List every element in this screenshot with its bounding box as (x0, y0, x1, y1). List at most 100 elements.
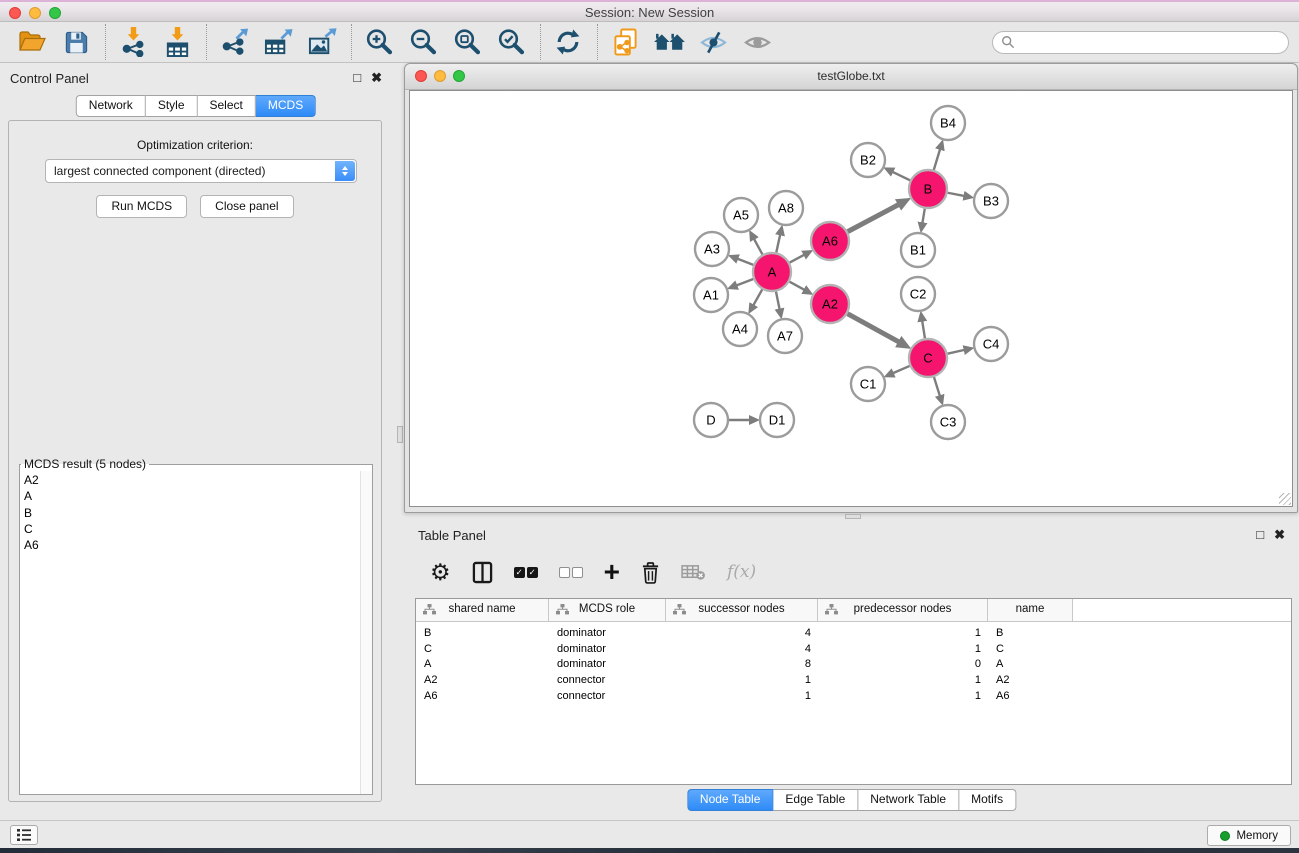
graph-edge-B-B4[interactable] (934, 148, 941, 170)
graph-edge-C-C1[interactable] (892, 366, 910, 374)
graph-node-C2[interactable]: C2 (901, 277, 935, 311)
graph-node-A1[interactable]: A1 (694, 278, 728, 312)
mcds-result-item[interactable]: C (24, 521, 356, 537)
float-panel-icon[interactable]: □ (1256, 527, 1264, 542)
divider-handle[interactable] (397, 426, 403, 443)
result-list-scrollbar[interactable] (360, 471, 372, 794)
close-panel-button[interactable]: Close panel (200, 195, 293, 218)
graph-edge-B-B2[interactable] (891, 171, 910, 180)
graph-node-D[interactable]: D (694, 403, 728, 437)
table-tab-node-table[interactable]: Node Table (687, 789, 774, 811)
delete-columns-button[interactable] (641, 561, 660, 584)
import-network-button[interactable] (115, 24, 151, 60)
close-panel-icon[interactable]: ✖ (1274, 527, 1285, 542)
function-builder-button[interactable]: f(x) (727, 562, 756, 582)
open-session-button[interactable] (14, 24, 50, 60)
zoom-in-button[interactable] (361, 24, 397, 60)
export-image-button[interactable] (304, 24, 340, 60)
graph-edge-A-A6[interactable] (790, 254, 806, 262)
show-column-button[interactable] (472, 561, 493, 584)
column-header-shared-name[interactable]: shared name (416, 599, 549, 621)
graph-edge-A2-C[interactable] (848, 314, 900, 343)
table-tab-motifs[interactable]: Motifs (959, 789, 1016, 811)
graph-node-C[interactable]: C (909, 339, 947, 377)
graph-node-A[interactable]: A (753, 253, 791, 291)
graph-node-C3[interactable]: C3 (931, 405, 965, 439)
column-header-MCDS-role[interactable]: MCDS role (549, 599, 666, 621)
table-row-C[interactable]: Cdominator41C (416, 641, 1291, 657)
horizontal-split-divider[interactable] (404, 513, 1299, 520)
graph-edge-A-A4[interactable] (753, 289, 762, 306)
graph-node-A8[interactable]: A8 (769, 191, 803, 225)
graph-edge-C-C2[interactable] (922, 320, 925, 339)
column-header-predecessor-nodes[interactable]: predecessor nodes (818, 599, 988, 621)
graph-edge-A-A2[interactable] (790, 282, 806, 291)
close-panel-icon[interactable]: ✖ (371, 70, 382, 85)
search-input[interactable] (1020, 32, 1288, 52)
table-row-A6[interactable]: A6connector11A6 (416, 688, 1291, 704)
graph-edge-A-A3[interactable] (736, 258, 753, 265)
control-tab-mcds[interactable]: MCDS (256, 95, 316, 117)
graph-node-A2[interactable]: A2 (811, 285, 849, 323)
delete-table-button[interactable] (681, 563, 706, 582)
graph-node-B4[interactable]: B4 (931, 106, 965, 140)
save-session-button[interactable] (58, 24, 94, 60)
import-table-button[interactable] (159, 24, 195, 60)
graph-node-B[interactable]: B (909, 170, 947, 208)
float-panel-icon[interactable]: □ (353, 70, 361, 85)
divider-handle[interactable] (845, 514, 861, 519)
graph-node-A5[interactable]: A5 (724, 198, 758, 232)
mcds-result-item[interactable]: A6 (24, 537, 356, 553)
graph-edge-A6-B[interactable] (848, 204, 900, 232)
table-row-A2[interactable]: A2connector11A2 (416, 672, 1291, 688)
graph-node-C4[interactable]: C4 (974, 327, 1008, 361)
graph-node-C1[interactable]: C1 (851, 367, 885, 401)
graph-edge-B-B1[interactable] (922, 209, 925, 225)
graph-node-A4[interactable]: A4 (723, 312, 757, 346)
graph-node-B1[interactable]: B1 (901, 233, 935, 267)
graph-edge-B-B3[interactable] (948, 193, 966, 196)
control-tab-style[interactable]: Style (146, 95, 198, 117)
graph-node-B2[interactable]: B2 (851, 143, 885, 177)
graph-edge-C-C4[interactable] (948, 350, 966, 354)
hide-graphics-details-button[interactable] (695, 24, 731, 60)
zoom-out-button[interactable] (405, 24, 441, 60)
refresh-view-button[interactable] (550, 24, 586, 60)
run-mcds-button[interactable]: Run MCDS (96, 195, 187, 218)
column-header-successor-nodes[interactable]: successor nodes (666, 599, 818, 621)
vertical-split-divider[interactable] (392, 63, 404, 820)
task-history-button[interactable] (10, 825, 38, 845)
graph-node-B3[interactable]: B3 (974, 184, 1008, 218)
clone-network-button[interactable] (607, 24, 643, 60)
zoom-selected-button[interactable] (493, 24, 529, 60)
deselect-all-button[interactable] (559, 567, 583, 578)
control-tab-network[interactable]: Network (76, 95, 146, 117)
export-network-button[interactable] (216, 24, 252, 60)
control-tab-select[interactable]: Select (198, 95, 256, 117)
memory-status-button[interactable]: Memory (1207, 825, 1291, 846)
mcds-result-item[interactable]: A (24, 488, 356, 504)
export-table-button[interactable] (260, 24, 296, 60)
table-tab-edge-table[interactable]: Edge Table (773, 789, 858, 811)
graph-node-A7[interactable]: A7 (768, 319, 802, 353)
graph-edge-A-A7[interactable] (776, 292, 780, 311)
create-column-button[interactable]: + (604, 560, 620, 584)
graph-edge-A-A1[interactable] (735, 279, 753, 286)
table-row-B[interactable]: Bdominator41B (416, 625, 1291, 641)
mcds-result-item[interactable]: B (24, 505, 356, 521)
network-canvas[interactable]: B4B2BB3A8A5A6A3B1AC2A1A2A4A7C4CC1C3DD1 (409, 90, 1293, 507)
column-header-name[interactable]: name (988, 599, 1073, 621)
graph-edge-C-C3[interactable] (934, 377, 940, 397)
table-options-button[interactable]: ⚙ (430, 561, 451, 584)
table-tab-network-table[interactable]: Network Table (858, 789, 959, 811)
show-graphics-details-button[interactable] (739, 24, 775, 60)
table-row-A[interactable]: Adominator80A (416, 656, 1291, 672)
graph-edge-A-A5[interactable] (753, 238, 762, 255)
optimization-criterion-select[interactable]: largest connected component (directed) (45, 159, 357, 183)
graph-node-A3[interactable]: A3 (695, 232, 729, 266)
resize-grip-icon[interactable] (1279, 493, 1291, 505)
zoom-fit-button[interactable] (449, 24, 485, 60)
select-all-button[interactable]: ✓✓ (514, 567, 538, 578)
mcds-result-item[interactable]: A2 (24, 472, 356, 488)
graph-node-A6[interactable]: A6 (811, 222, 849, 260)
